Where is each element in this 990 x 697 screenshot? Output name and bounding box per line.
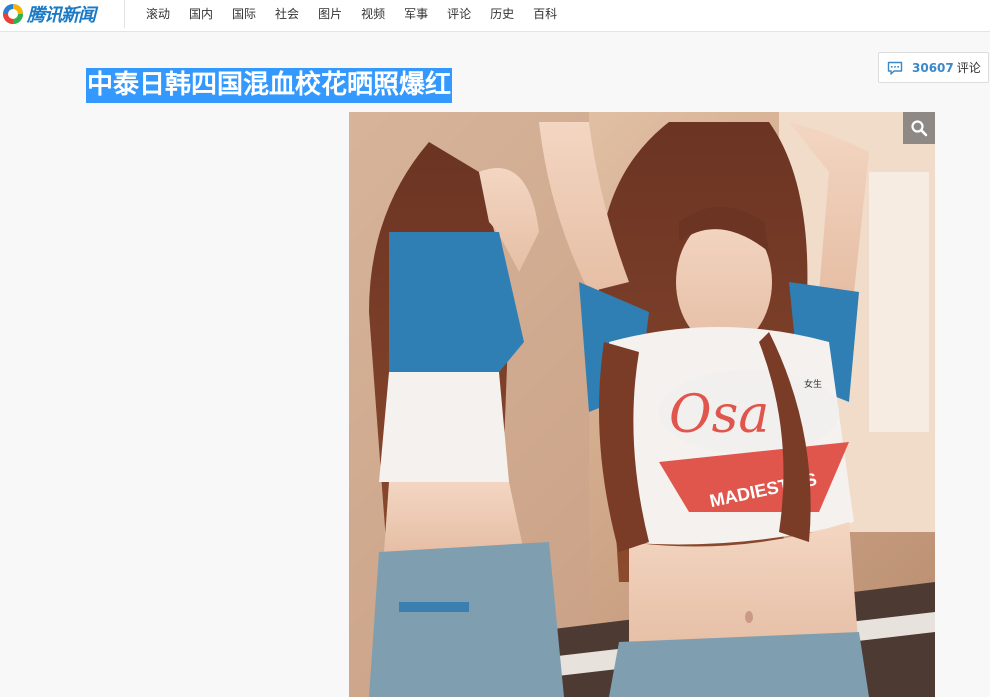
article-title: 中泰日韩四国混血校花晒照爆红	[86, 68, 453, 104]
main-nav: 滚动 国内 国际 社会 图片 视频 军事 评论 历史 百科	[146, 0, 576, 26]
nav-item-pictures[interactable]: 图片	[318, 5, 342, 22]
nav-item-scroll[interactable]: 滚动	[146, 5, 170, 22]
comment-count-button[interactable]: 30607 评论	[878, 52, 989, 83]
nav-item-military[interactable]: 军事	[404, 5, 428, 22]
nav-item-commentary[interactable]: 评论	[447, 5, 471, 22]
nav-item-encyclopedia[interactable]: 百科	[533, 5, 557, 22]
nav-item-history[interactable]: 历史	[490, 5, 514, 22]
logo-divider	[124, 0, 125, 28]
nav-item-society[interactable]: 社会	[275, 5, 299, 22]
shirt-logo-text: Osa	[669, 385, 769, 445]
top-navigation-bar: 腾讯新闻 滚动 国内 国际 社会 图片 视频 军事 评论 历史 百科	[0, 0, 990, 32]
site-logo[interactable]: 腾讯新闻	[0, 0, 96, 28]
zoom-button[interactable]	[903, 112, 935, 144]
comment-count: 30607	[912, 60, 954, 75]
shirt-small-text: 女生	[804, 378, 822, 390]
comment-label: 评论	[956, 61, 981, 75]
tencent-logo-icon	[3, 4, 23, 24]
logo-text: 腾讯新闻	[27, 5, 96, 26]
article-photo[interactable]: Osa MADIEST.DS 女生	[349, 112, 935, 697]
nav-item-video[interactable]: 视频	[361, 5, 385, 22]
nav-item-international[interactable]: 国际	[232, 5, 256, 22]
photo-illustration: Osa MADIEST.DS 女生	[349, 112, 935, 697]
nav-item-domestic[interactable]: 国内	[189, 5, 213, 22]
speech-bubble-icon	[887, 61, 903, 75]
magnifier-icon	[911, 120, 928, 137]
